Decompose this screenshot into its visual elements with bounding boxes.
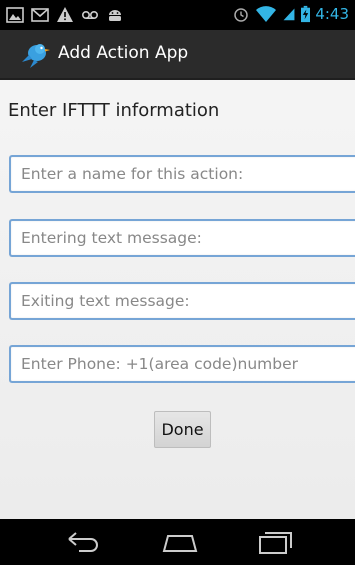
app-screen: 4:43 Add Action App Enter IFTTT informat… — [0, 0, 355, 565]
nav-bar — [0, 519, 355, 565]
action-bar: Add Action App — [0, 30, 355, 80]
form-heading: Enter IFTTT information — [8, 100, 220, 121]
done-button[interactable]: Done — [154, 411, 211, 448]
battery-icon — [301, 5, 311, 23]
warning-icon — [57, 7, 73, 22]
action-name-input[interactable] — [11, 157, 355, 191]
signal-icon — [283, 8, 295, 21]
entering-message-input[interactable] — [11, 221, 355, 255]
entering-message-field-wrapper — [9, 219, 355, 257]
recents-icon[interactable] — [255, 527, 295, 557]
home-icon[interactable] — [160, 527, 200, 557]
back-icon[interactable] — [63, 527, 103, 557]
exiting-message-field-wrapper — [9, 282, 355, 320]
status-bar: 4:43 — [0, 0, 355, 30]
app-title: Add Action App — [58, 43, 189, 63]
status-time: 4:43 — [315, 5, 349, 23]
wifi-icon — [256, 6, 277, 22]
voicemail-icon — [81, 11, 99, 20]
phone-field-wrapper — [9, 345, 355, 383]
exiting-message-input[interactable] — [11, 284, 355, 318]
phone-input[interactable] — [11, 347, 355, 381]
picture-icon — [6, 7, 24, 23]
gmail-icon — [31, 8, 49, 22]
action-name-field-wrapper — [9, 155, 355, 193]
bird-app-icon[interactable] — [20, 38, 52, 70]
android-icon — [109, 10, 121, 21]
alarm-icon — [234, 8, 249, 22]
